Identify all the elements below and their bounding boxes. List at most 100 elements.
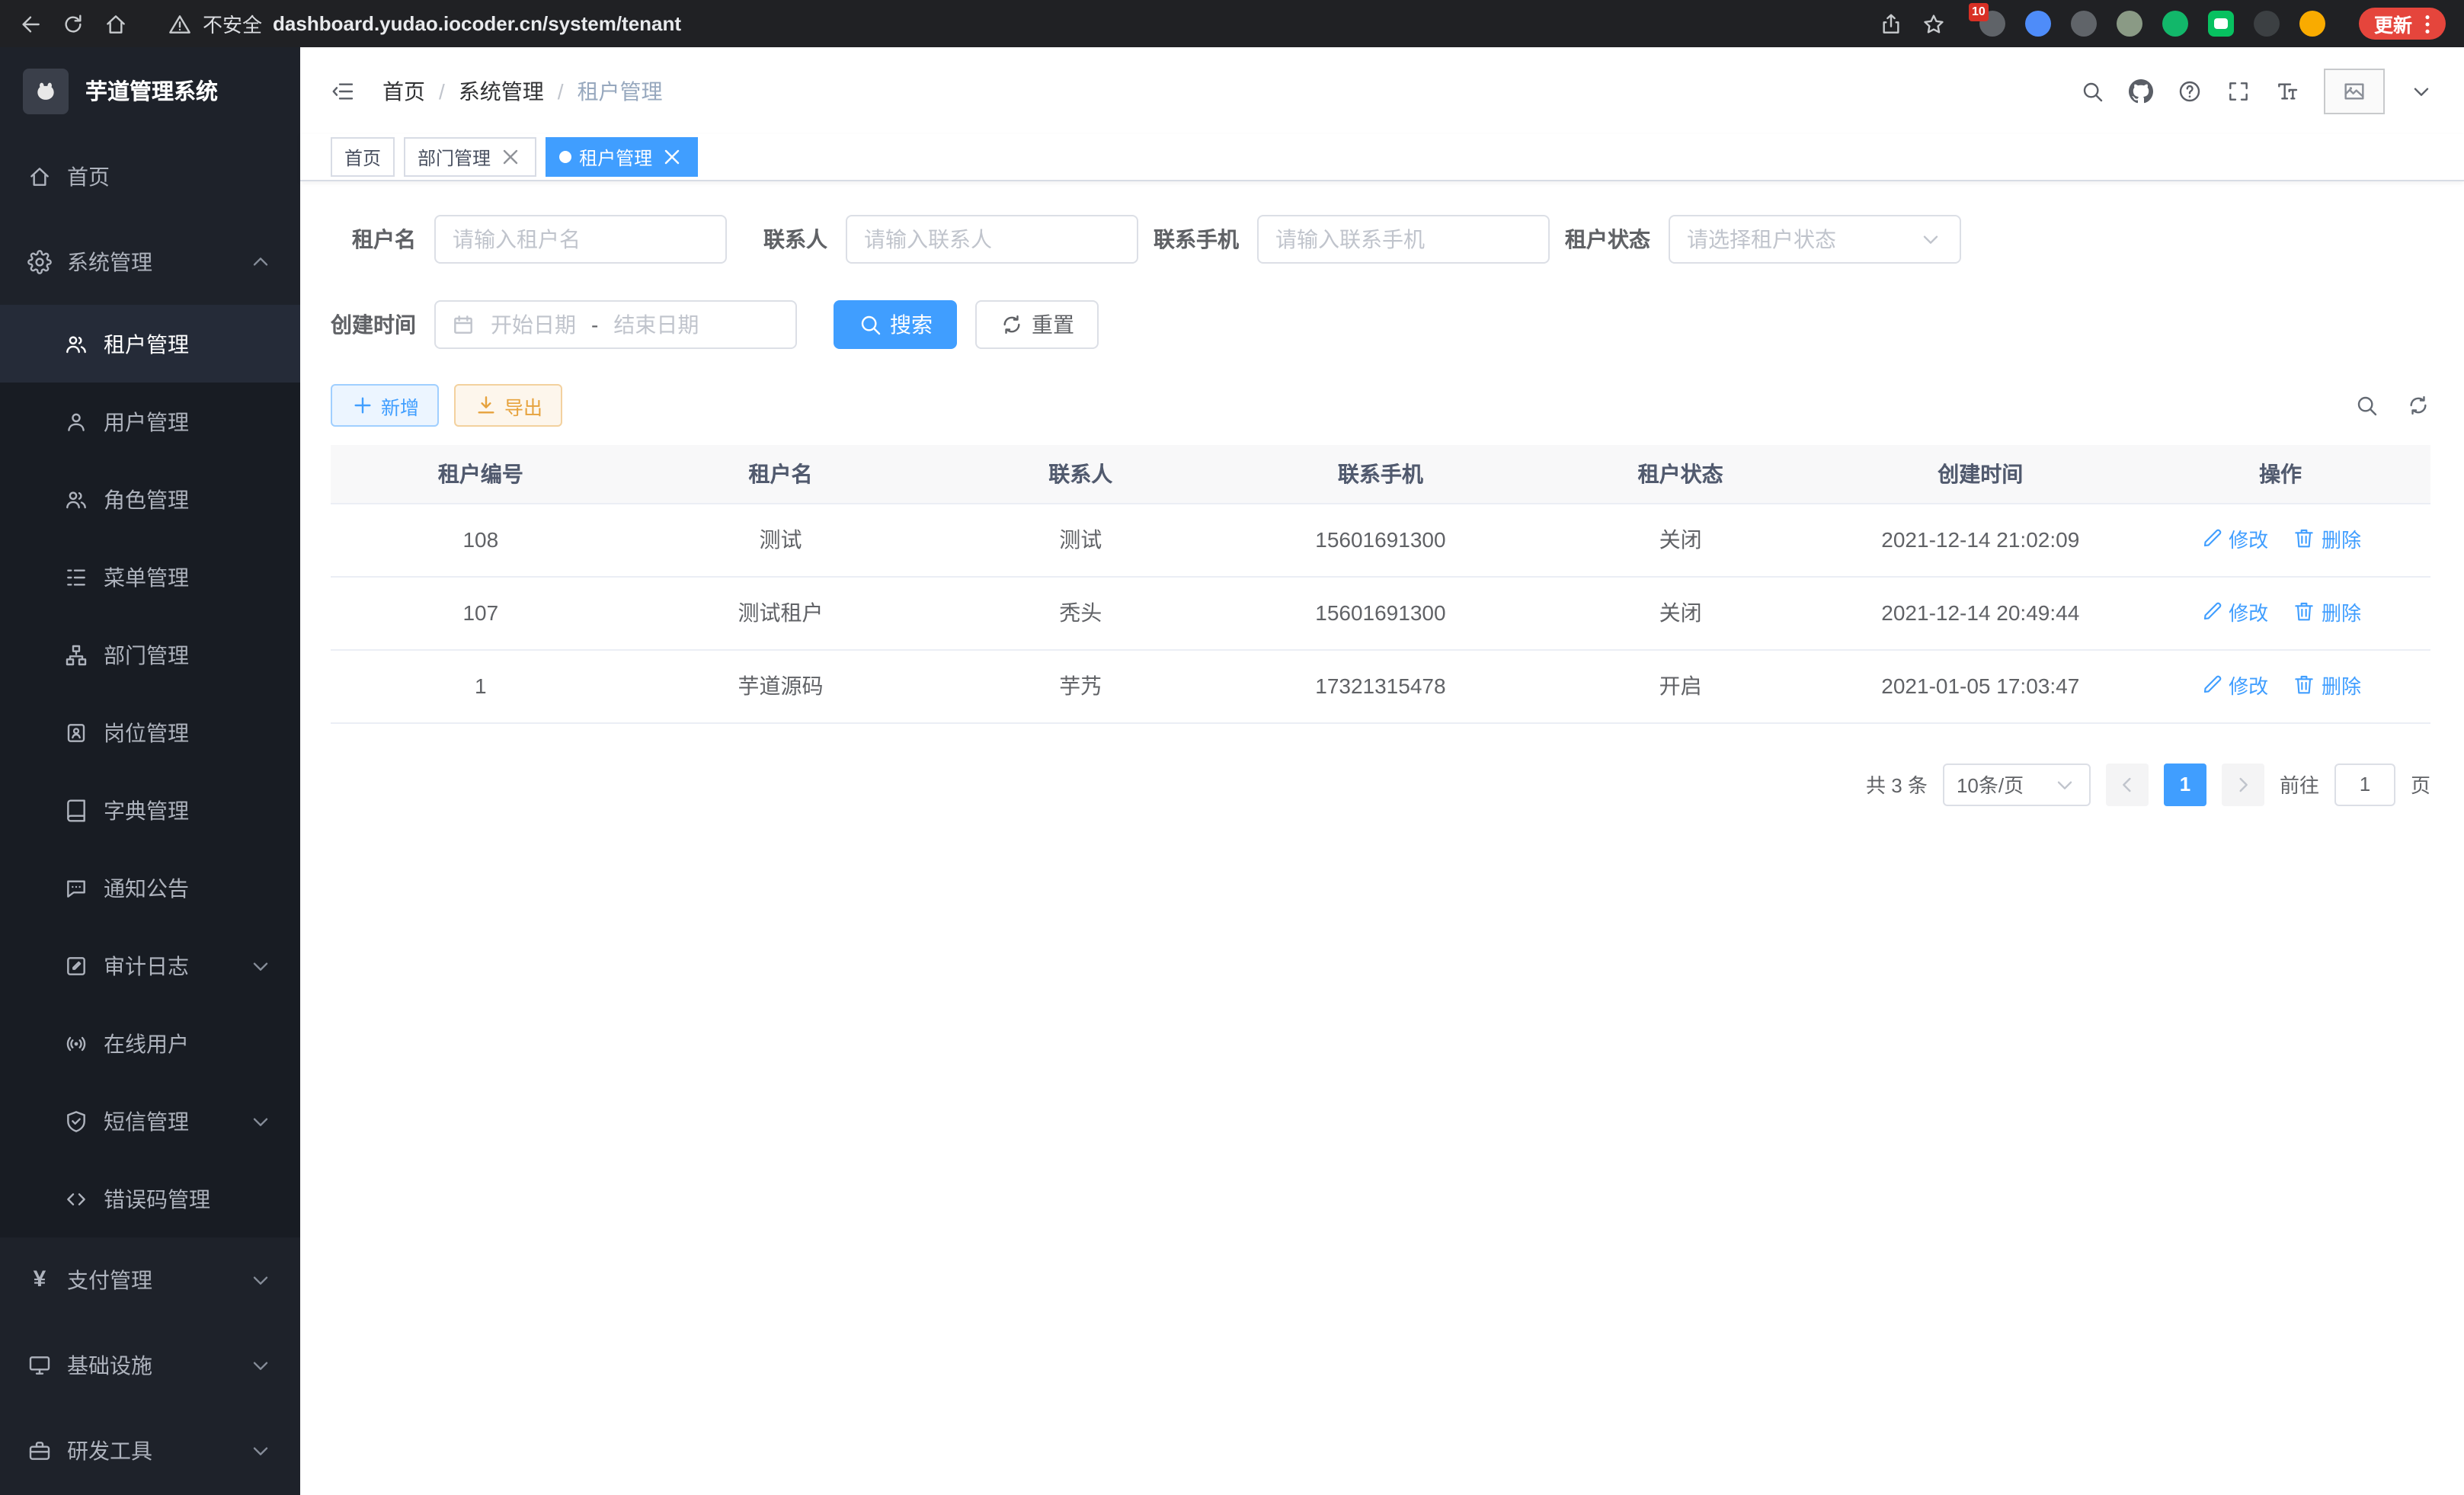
- extension-icon[interactable]: [2025, 11, 2051, 37]
- sidebar-item-label: 用户管理: [104, 406, 189, 437]
- search-button[interactable]: 搜索: [834, 300, 957, 349]
- prev-page-button[interactable]: [2106, 763, 2149, 805]
- sidebar-item-dept-management[interactable]: 部门管理: [0, 616, 300, 693]
- column-header-actions: 操作: [2130, 445, 2430, 503]
- sidebar-item-dev-tools[interactable]: 研发工具: [0, 1408, 300, 1493]
- bookmark-star-icon[interactable]: [1922, 11, 1946, 36]
- date-range-input[interactable]: 开始日期 - 结束日期: [434, 300, 797, 349]
- sidebar-item-dict-management[interactable]: 字典管理: [0, 771, 300, 849]
- breadcrumb-home[interactable]: 首页: [382, 75, 425, 106]
- sidebar-item-sms-management[interactable]: 短信管理: [0, 1082, 300, 1160]
- sidebar-item-online-users[interactable]: 在线用户: [0, 1004, 300, 1082]
- sidebar-item-audit-log[interactable]: 审计日志: [0, 927, 300, 1004]
- update-button[interactable]: 更新: [2359, 8, 2446, 40]
- page-size-select[interactable]: 10条/页: [1943, 763, 2091, 805]
- tab-tenant-management[interactable]: 租户管理: [546, 137, 698, 177]
- sidebar-item-post-management[interactable]: 岗位管理: [0, 693, 300, 771]
- sidebar-item-error-code[interactable]: 错误码管理: [0, 1160, 300, 1237]
- back-icon[interactable]: [18, 11, 43, 36]
- reset-button[interactable]: 重置: [975, 300, 1099, 349]
- search-toggle-icon[interactable]: [2354, 393, 2379, 418]
- cell-contact: 测试: [930, 503, 1230, 576]
- page-number-button[interactable]: 1: [2164, 763, 2206, 805]
- sidebar-item-system-management[interactable]: 系统管理: [0, 219, 300, 305]
- refresh-table-icon[interactable]: [2406, 393, 2430, 418]
- edit-icon: [2200, 600, 2224, 624]
- sidebar-item-payment[interactable]: ¥ 支付管理: [0, 1237, 300, 1323]
- extension-icon[interactable]: [2254, 11, 2280, 37]
- filter-create-time: 创建时间 开始日期 - 结束日期: [331, 300, 797, 349]
- sidebar-item-role-management[interactable]: 角色管理: [0, 460, 300, 538]
- chevron-down-icon: [248, 953, 273, 978]
- share-icon[interactable]: [1879, 11, 1903, 36]
- home-icon: [27, 165, 52, 189]
- monitor-icon: [27, 1353, 52, 1378]
- delete-button[interactable]: 删除: [2293, 597, 2361, 626]
- breadcrumb-system[interactable]: 系统管理: [459, 75, 544, 106]
- sidebar-item-home[interactable]: 首页: [0, 134, 300, 219]
- column-header-tenant-id: 租户编号: [331, 445, 631, 503]
- question-icon[interactable]: [2178, 78, 2202, 103]
- breadcrumb-separator: /: [558, 78, 564, 103]
- goto-page-input[interactable]: [2334, 763, 2395, 805]
- tab-dept-management[interactable]: 部门管理: [404, 137, 536, 177]
- delete-button[interactable]: 删除: [2293, 671, 2361, 699]
- address-bar[interactable]: 不安全 dashboard.yudao.iocoder.cn/system/te…: [168, 9, 681, 38]
- reload-icon[interactable]: [61, 11, 85, 36]
- add-button[interactable]: 新增: [331, 384, 439, 427]
- sidebar-item-label: 角色管理: [104, 484, 189, 514]
- font-size-icon[interactable]: [2275, 78, 2299, 103]
- extension-icon[interactable]: [2299, 11, 2325, 37]
- top-navbar: 首页 / 系统管理 / 租户管理: [300, 47, 2464, 134]
- fullscreen-icon[interactable]: [2226, 78, 2251, 103]
- extension-icon[interactable]: [2071, 11, 2097, 37]
- extension-icon[interactable]: [2117, 11, 2142, 37]
- extension-icon[interactable]: 10: [1979, 11, 2005, 37]
- next-page-button[interactable]: [2222, 763, 2264, 805]
- sidebar-item-menu-management[interactable]: 菜单管理: [0, 538, 300, 616]
- close-icon[interactable]: [660, 145, 684, 169]
- sidebar-item-label: 基础设施: [67, 1350, 152, 1381]
- chevron-down-icon[interactable]: [2409, 78, 2434, 103]
- hamburger-fold-icon[interactable]: [331, 78, 355, 103]
- edit-button[interactable]: 修改: [2200, 671, 2268, 699]
- sidebar-item-user-management[interactable]: 用户管理: [0, 383, 300, 460]
- chevron-down-icon: [248, 1109, 273, 1133]
- sidebar-item-tenant-management[interactable]: 租户管理: [0, 305, 300, 383]
- navbar-actions: [2080, 68, 2434, 114]
- download-icon: [474, 393, 498, 418]
- app-logo[interactable]: 芋道管理系统: [0, 47, 300, 134]
- kebab-menu-icon[interactable]: [2415, 11, 2440, 36]
- extension-icon[interactable]: [2162, 11, 2188, 37]
- refresh-icon: [1000, 312, 1024, 337]
- close-icon[interactable]: [498, 145, 523, 169]
- search-icon[interactable]: [2080, 78, 2104, 103]
- plus-icon: [350, 393, 375, 418]
- status-select[interactable]: 请选择租户状态: [1669, 215, 1961, 264]
- tab-home[interactable]: 首页: [331, 137, 395, 177]
- edit-button[interactable]: 修改: [2200, 597, 2268, 626]
- arrow-right-icon: [2231, 772, 2255, 796]
- phone-input[interactable]: [1257, 215, 1550, 264]
- search-icon: [858, 312, 882, 337]
- sidebar-item-notice[interactable]: 通知公告: [0, 849, 300, 927]
- sidebar-item-infrastructure[interactable]: 基础设施: [0, 1323, 300, 1408]
- extension-icon[interactable]: [2208, 11, 2234, 37]
- contact-input[interactable]: [846, 215, 1138, 264]
- reset-button-label: 重置: [1032, 309, 1074, 340]
- avatar[interactable]: [2324, 68, 2385, 114]
- phone-label: 联系手机: [1154, 224, 1257, 255]
- cell-created: 2021-01-05 17:03:47: [1830, 649, 2130, 722]
- chevron-down-icon: [1918, 227, 1943, 251]
- export-button[interactable]: 导出: [454, 384, 562, 427]
- warning-icon: [168, 11, 192, 36]
- tenant-name-input[interactable]: [434, 215, 727, 264]
- pagination-total: 共 3 条: [1866, 770, 1928, 799]
- filter-status: 租户状态 请选择租户状态: [1565, 215, 1961, 264]
- edit-button[interactable]: 修改: [2200, 524, 2268, 553]
- browser-home-icon[interactable]: [104, 11, 128, 36]
- delete-button[interactable]: 删除: [2293, 524, 2361, 553]
- cell-tenant-id: 108: [331, 503, 631, 576]
- sidebar-item-label: 系统管理: [67, 247, 152, 277]
- github-icon[interactable]: [2129, 78, 2153, 103]
